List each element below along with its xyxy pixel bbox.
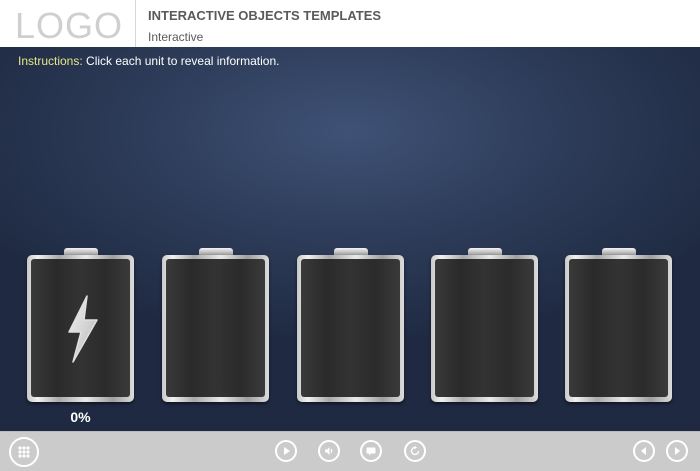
battery-cell [435, 259, 534, 397]
next-button[interactable] [666, 440, 688, 462]
battery-unit-1[interactable] [27, 248, 134, 402]
battery-body [27, 255, 134, 402]
player-controls [0, 431, 700, 471]
battery-body [162, 255, 269, 402]
volume-icon [325, 447, 333, 455]
captions-icon [366, 447, 376, 456]
battery-cell [166, 259, 265, 397]
battery-cell [301, 259, 400, 397]
instructions-lead: Instructions: [18, 54, 83, 68]
replay-icon [410, 445, 420, 456]
battery-cell [31, 259, 130, 397]
play-button[interactable] [275, 440, 297, 462]
next-icon [675, 447, 680, 455]
logo: LOGO [0, 0, 136, 47]
lightning-bolt-icon [68, 295, 98, 363]
battery-body [565, 255, 672, 402]
instructions: Instructions: Click each unit to reveal … [18, 54, 279, 68]
grid-menu-icon [18, 446, 30, 458]
header: LOGO INTERACTIVE OBJECTS TEMPLATES Inter… [0, 0, 700, 47]
interaction-stage: Instructions: Click each unit to reveal … [0, 47, 700, 431]
logo-text: LOGO [15, 5, 124, 46]
battery-body [297, 255, 404, 402]
battery-unit-2[interactable] [162, 248, 269, 402]
page-subtitle: Interactive [148, 30, 204, 44]
instructions-text: Click each unit to reveal information. [82, 54, 280, 68]
audio-button[interactable] [318, 440, 340, 462]
captions-button[interactable] [360, 440, 382, 462]
battery-body [431, 255, 538, 402]
battery-cell [569, 259, 668, 397]
menu-button[interactable] [9, 437, 39, 467]
battery-unit-4[interactable] [431, 248, 538, 402]
replay-button[interactable] [404, 440, 426, 462]
play-icon [284, 447, 290, 455]
battery-charge-label: 0% [70, 409, 91, 425]
previous-icon [641, 447, 646, 455]
page-title: INTERACTIVE OBJECTS TEMPLATES [148, 8, 382, 23]
battery-unit-3[interactable] [297, 248, 404, 402]
previous-button[interactable] [633, 440, 655, 462]
battery-unit-5[interactable] [565, 248, 672, 402]
